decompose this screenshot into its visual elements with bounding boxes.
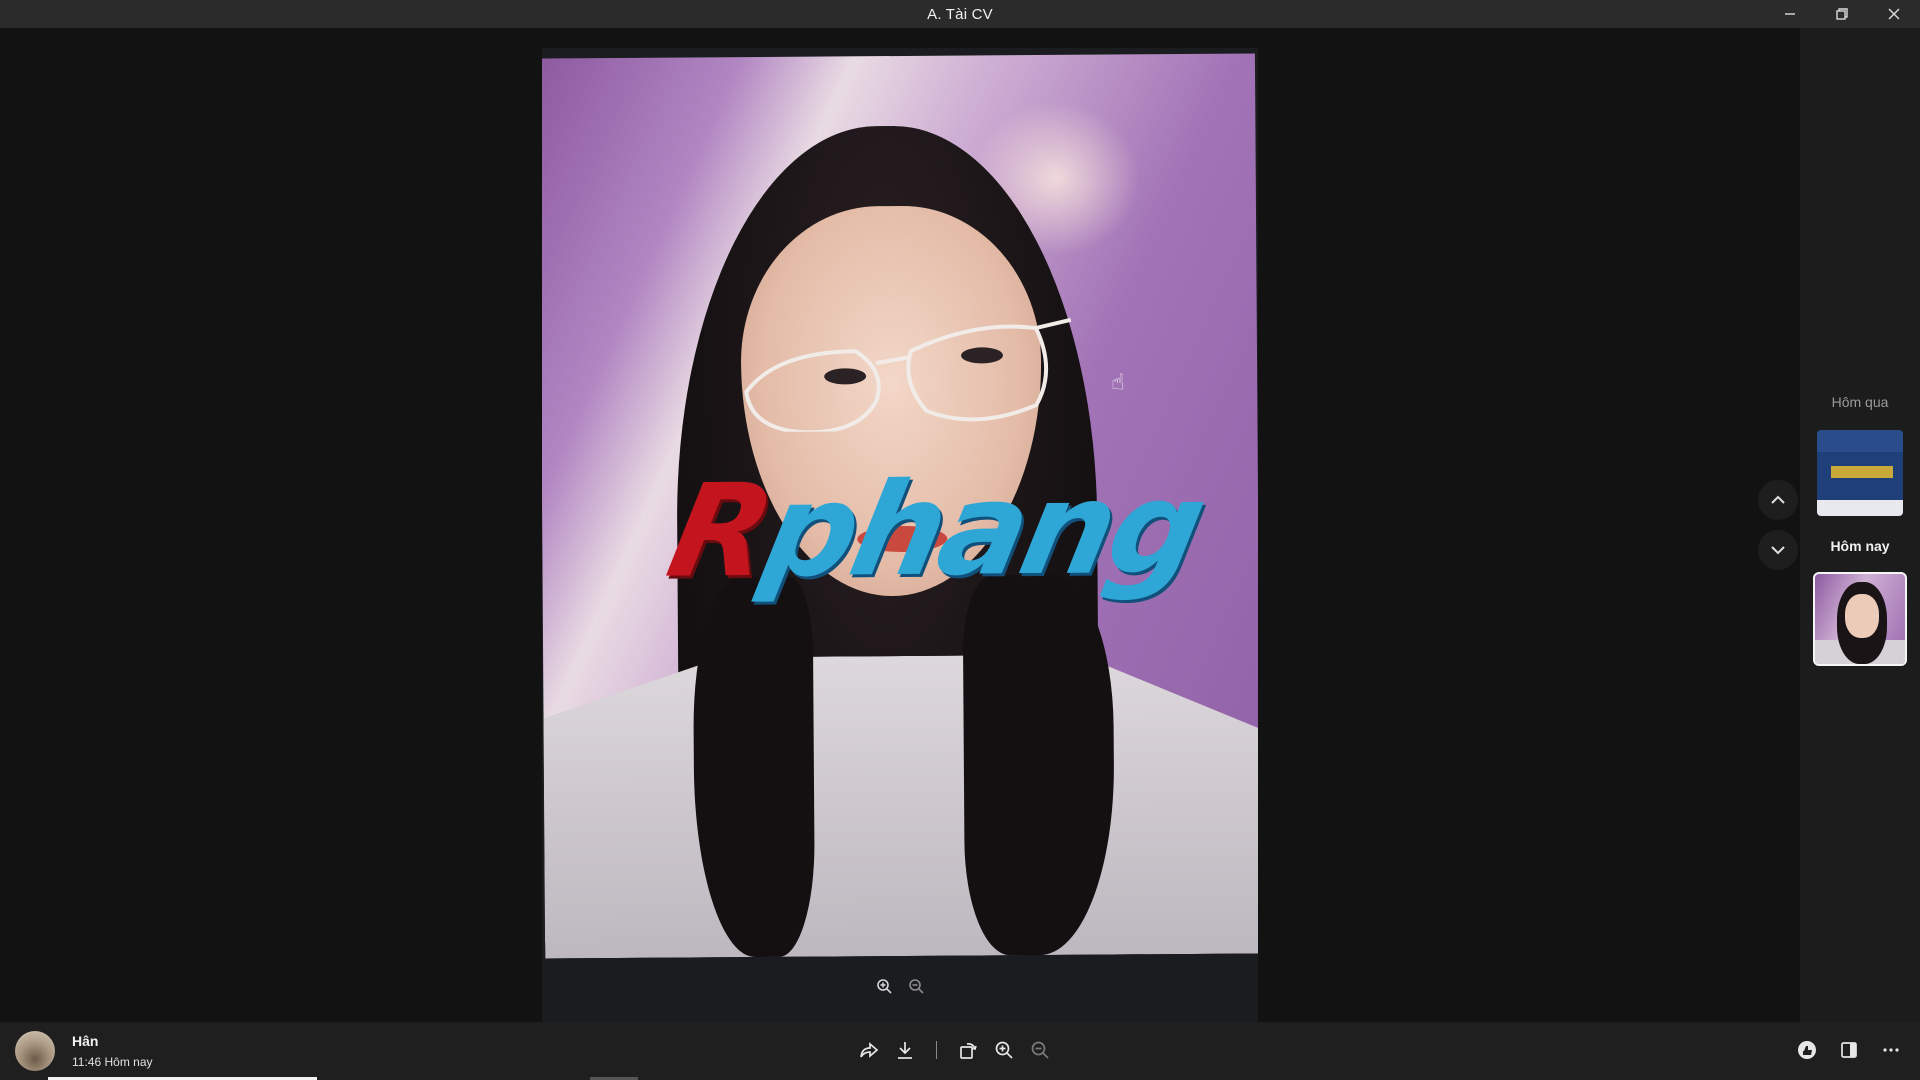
reaction-button[interactable] (1796, 1038, 1818, 1062)
photo[interactable]: Rphang ☝ (542, 53, 1258, 943)
photo-frame: Rphang ☝ (542, 48, 1258, 1030)
window-controls (1764, 0, 1920, 28)
frame-zoom-controls (542, 966, 1258, 1006)
image-viewer: Rphang ☝ (0, 28, 1800, 1030)
image-toolbar (858, 1038, 1051, 1062)
rotate-button[interactable] (957, 1038, 979, 1062)
window-title: A. Tài CV (927, 5, 993, 23)
minimize-button[interactable] (1764, 0, 1816, 28)
zoom-out-icon (909, 979, 924, 994)
thumbnail-selected-photo[interactable] (1813, 572, 1907, 666)
thumbnail-bar (1817, 430, 1903, 452)
restore-icon (1836, 8, 1848, 20)
group-label-today: Hôm nay (1830, 538, 1890, 554)
thumbnail-panel: Hôm qua Hôm nay (1800, 28, 1920, 1022)
bottom-bar: Hân 11:46 Hôm nay (0, 1022, 1920, 1080)
thumbnail-highlight (1831, 466, 1893, 478)
title-bar: A. Tài CV (0, 0, 1920, 28)
watermark-logo: Rphang (657, 454, 1214, 607)
chevron-down-icon (1771, 546, 1785, 555)
watermark-blue-text: phang (751, 453, 1214, 607)
rotate-icon (960, 1043, 977, 1059)
panel-toggle-icon (1841, 1042, 1857, 1058)
panel-toggle-button[interactable] (1838, 1038, 1860, 1062)
reaction-icon (1798, 1041, 1816, 1059)
group-label-yesterday: Hôm qua (1831, 394, 1889, 410)
message-timestamp: 11:46 Hôm nay (72, 1055, 153, 1069)
right-tools (1796, 1038, 1902, 1062)
zoom-out-icon (1031, 1041, 1049, 1059)
close-icon (1888, 8, 1900, 20)
thumbnail-footer (1817, 500, 1903, 516)
close-button[interactable] (1868, 0, 1920, 28)
next-image-button[interactable] (1758, 530, 1798, 570)
share-button[interactable] (858, 1038, 880, 1062)
zoom-in-icon (995, 1041, 1013, 1059)
restore-button[interactable] (1816, 0, 1868, 28)
zoom-in-icon (877, 979, 892, 994)
toolbar-divider (936, 1041, 937, 1059)
photo-glasses (744, 317, 1072, 433)
minimize-icon (1785, 13, 1795, 15)
zoom-out-button[interactable] (1029, 1038, 1051, 1062)
download-icon (898, 1042, 912, 1059)
chevron-up-icon (1771, 495, 1785, 504)
more-icon (1883, 1048, 1899, 1052)
hand-cursor-icon: ☝ (1111, 369, 1125, 395)
zoom-in-button[interactable] (993, 1038, 1015, 1062)
download-button[interactable] (894, 1038, 916, 1062)
share-icon (860, 1042, 879, 1058)
photo-hair-right (962, 574, 1116, 956)
photo-shirt (543, 653, 1258, 958)
thumbnail-face (1845, 594, 1879, 638)
sender-name: Hân (72, 1033, 99, 1049)
frame-zoom-out-button[interactable] (906, 976, 926, 996)
sender-avatar[interactable] (15, 1031, 55, 1071)
frame-zoom-in-button[interactable] (874, 976, 894, 996)
thumbnail-screenshot[interactable] (1817, 430, 1903, 516)
more-options-button[interactable] (1880, 1038, 1902, 1062)
previous-image-button[interactable] (1758, 480, 1798, 520)
